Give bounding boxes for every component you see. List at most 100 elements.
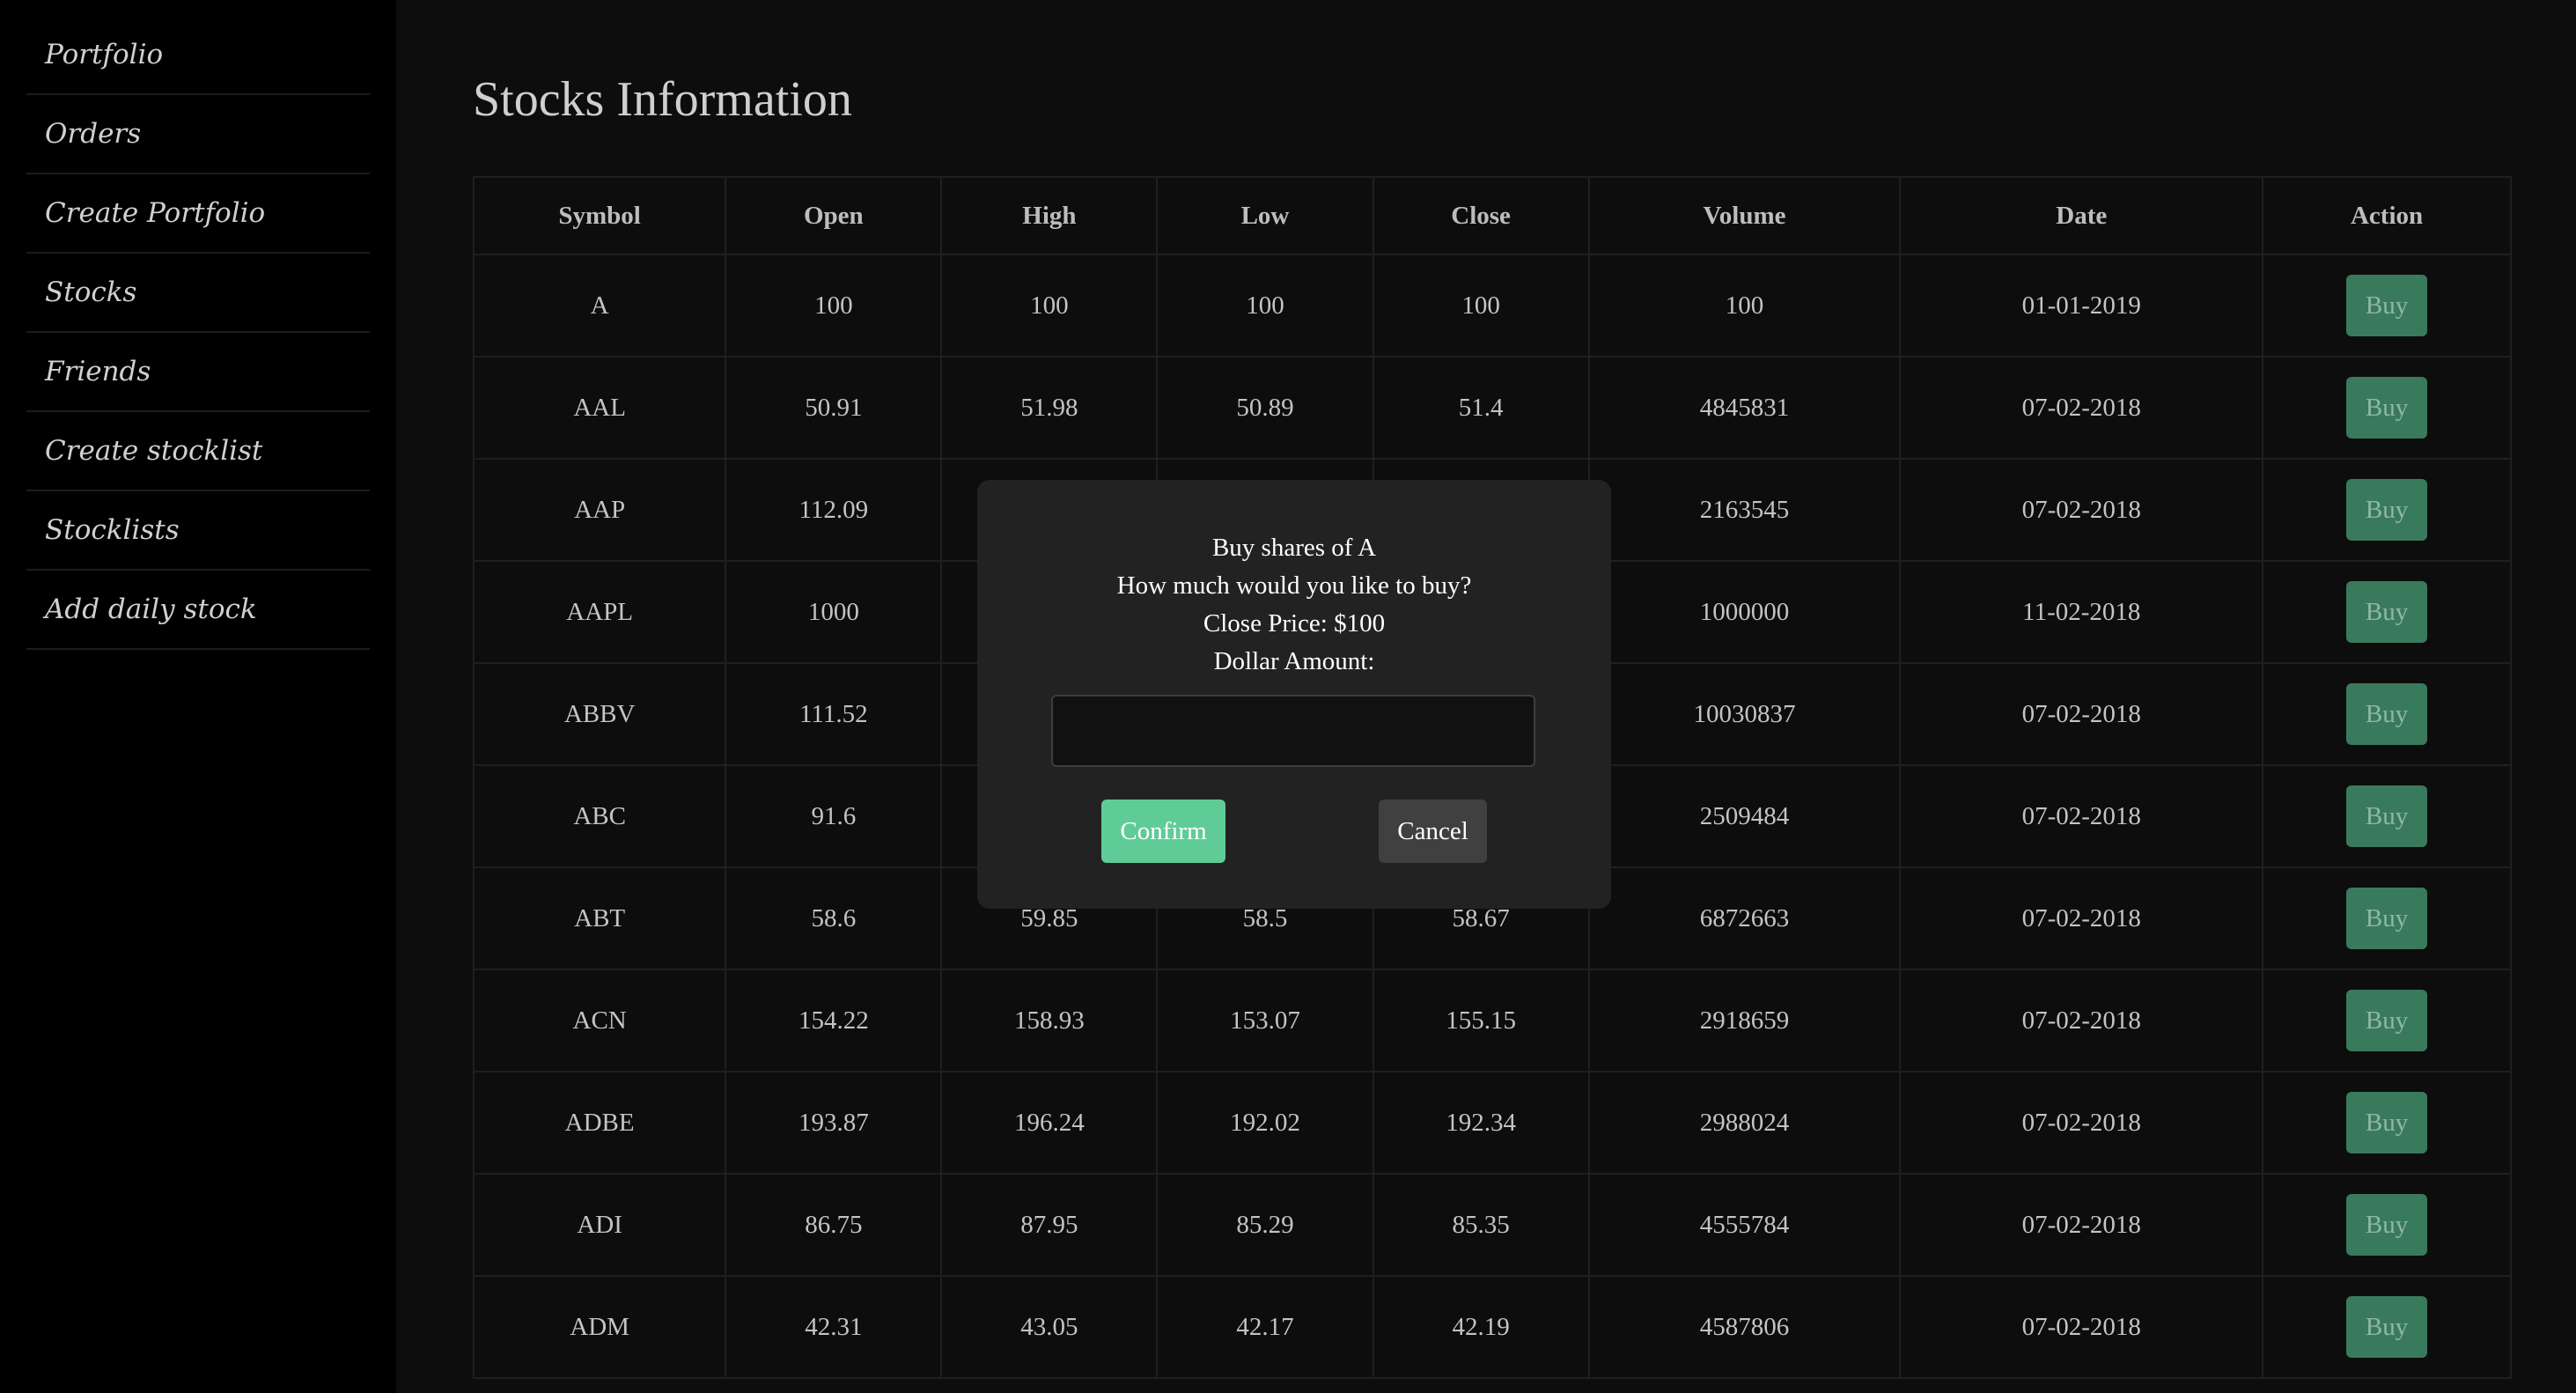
table-cell-symbol: ABBV bbox=[472, 662, 727, 766]
table-cell-date: 07-02-2018 bbox=[1899, 458, 2264, 562]
table-cell-open: 50.91 bbox=[725, 356, 943, 460]
table-cell-low: 42.17 bbox=[1156, 1275, 1374, 1379]
table-cell-action: Buy bbox=[2262, 1071, 2512, 1175]
table-row: A 100 100 100 100 100 01-01-2019 Buy bbox=[472, 254, 2512, 357]
table-cell-date: 11-02-2018 bbox=[1899, 560, 2264, 664]
table-cell-open: 91.6 bbox=[725, 764, 943, 868]
dialog-amount-label: Dollar Amount: bbox=[1213, 647, 1375, 675]
table-cell-low: 50.89 bbox=[1156, 356, 1374, 460]
table-cell-symbol: ACN bbox=[472, 969, 727, 1072]
table-cell-date: 07-02-2018 bbox=[1899, 866, 2264, 970]
table-cell-action: Buy bbox=[2262, 1173, 2512, 1277]
sidebar-item-add-daily-stock[interactable]: Add daily stock bbox=[26, 571, 370, 650]
table-cell-low: 85.29 bbox=[1156, 1173, 1374, 1277]
table-cell-action: Buy bbox=[2262, 969, 2512, 1072]
table-cell-date: 07-02-2018 bbox=[1899, 662, 2264, 766]
table-cell-date: 07-02-2018 bbox=[1899, 1071, 2264, 1175]
table-cell-action: Buy bbox=[2262, 356, 2512, 460]
column-header-volume: Volume bbox=[1587, 176, 1902, 255]
sidebar-menu: Portfolio Orders Create Portfolio Stocks… bbox=[0, 0, 396, 650]
table-cell-high: 196.24 bbox=[940, 1071, 1159, 1175]
column-header-close: Close bbox=[1372, 176, 1590, 255]
column-header-symbol: Symbol bbox=[472, 176, 727, 255]
table-cell-date: 01-01-2019 bbox=[1899, 254, 2264, 357]
table-header-row: Symbol Open High Low Close Volume Date Action bbox=[472, 176, 2512, 255]
table-cell-action: Buy bbox=[2262, 254, 2512, 357]
column-header-action: Action bbox=[2262, 176, 2512, 255]
table-cell-action: Buy bbox=[2262, 458, 2512, 562]
table-cell-date: 07-02-2018 bbox=[1899, 356, 2264, 460]
buy-button[interactable]: Buy bbox=[2346, 683, 2428, 745]
table-cell-action: Buy bbox=[2262, 662, 2512, 766]
table-cell-close: 192.34 bbox=[1372, 1071, 1590, 1175]
table-cell-high: 43.05 bbox=[940, 1275, 1159, 1379]
table-cell-symbol: A bbox=[472, 254, 727, 357]
sidebar-nav: Portfolio Orders Create Portfolio Stocks… bbox=[0, 0, 396, 1393]
sidebar-item-orders[interactable]: Orders bbox=[26, 95, 370, 174]
table-cell-symbol: ADI bbox=[472, 1173, 727, 1277]
dialog-text: Buy shares of A How much would you like … bbox=[977, 529, 1611, 681]
table-cell-symbol: ABC bbox=[472, 764, 727, 868]
table-cell-high: 51.98 bbox=[940, 356, 1159, 460]
sidebar-item-create-stocklist[interactable]: Create stocklist bbox=[26, 412, 370, 491]
column-header-high: High bbox=[940, 176, 1159, 255]
table-cell-volume: 6872663 bbox=[1587, 866, 1902, 970]
table-cell-volume: 2988024 bbox=[1587, 1071, 1902, 1175]
table-cell-volume: 4587806 bbox=[1587, 1275, 1902, 1379]
table-cell-close: 42.19 bbox=[1372, 1275, 1590, 1379]
sidebar-item-stocklists[interactable]: Stocklists bbox=[26, 491, 370, 571]
column-header-date: Date bbox=[1899, 176, 2264, 255]
table-cell-high: 100 bbox=[940, 254, 1159, 357]
buy-button[interactable]: Buy bbox=[2346, 1296, 2428, 1358]
table-cell-volume: 100 bbox=[1587, 254, 1902, 357]
sidebar-item-friends[interactable]: Friends bbox=[26, 333, 370, 412]
table-cell-close: 51.4 bbox=[1372, 356, 1590, 460]
table-cell-action: Buy bbox=[2262, 764, 2512, 868]
dollar-amount-input[interactable] bbox=[1051, 695, 1535, 767]
confirm-button[interactable]: Confirm bbox=[1101, 800, 1225, 863]
dialog-title: Buy shares of A bbox=[1211, 534, 1377, 562]
buy-button[interactable]: Buy bbox=[2346, 479, 2428, 541]
dialog-close-price: Close Price: $100 bbox=[1203, 609, 1386, 638]
table-cell-high: 87.95 bbox=[940, 1173, 1159, 1277]
table-cell-open: 42.31 bbox=[725, 1275, 943, 1379]
column-header-low: Low bbox=[1156, 176, 1374, 255]
table-cell-close: 85.35 bbox=[1372, 1173, 1590, 1277]
table-cell-date: 07-02-2018 bbox=[1899, 1173, 2264, 1277]
table-row: ADM 42.31 43.05 42.17 42.19 4587806 07-02-2018… bbox=[472, 1275, 2512, 1379]
table-cell-close: 100 bbox=[1372, 254, 1590, 357]
page-title: Stocks Information bbox=[473, 72, 852, 127]
table-cell-open: 111.52 bbox=[725, 662, 943, 766]
table-cell-symbol: ADM bbox=[472, 1275, 727, 1379]
buy-button[interactable]: Buy bbox=[2346, 888, 2428, 949]
table-cell-symbol: ADBE bbox=[472, 1071, 727, 1175]
table-cell-symbol: AAL bbox=[472, 356, 727, 460]
table-cell-open: 1000 bbox=[725, 560, 943, 664]
table-cell-high: 158.93 bbox=[940, 969, 1159, 1072]
table-cell-volume: 4555784 bbox=[1587, 1173, 1902, 1277]
buy-button[interactable]: Buy bbox=[2346, 581, 2428, 643]
table-cell-volume: 10030837 bbox=[1587, 662, 1902, 766]
table-cell-low: 153.07 bbox=[1156, 969, 1374, 1072]
sidebar-item-portfolio[interactable]: Portfolio bbox=[26, 16, 370, 95]
buy-shares-dialog: Buy shares of A How much would you like … bbox=[977, 480, 1611, 909]
buy-button[interactable]: Buy bbox=[2346, 275, 2428, 336]
sidebar-item-stocks[interactable]: Stocks bbox=[26, 254, 370, 333]
cancel-button[interactable]: Cancel bbox=[1379, 800, 1487, 863]
table-cell-volume: 2918659 bbox=[1587, 969, 1902, 1072]
table-cell-open: 100 bbox=[725, 254, 943, 357]
table-cell-action: Buy bbox=[2262, 560, 2512, 664]
sidebar-item-create-portfolio[interactable]: Create Portfolio bbox=[26, 174, 370, 254]
table-cell-low: 100 bbox=[1156, 254, 1374, 357]
buy-button[interactable]: Buy bbox=[2346, 785, 2428, 847]
table-cell-open: 193.87 bbox=[725, 1071, 943, 1175]
table-cell-action: Buy bbox=[2262, 866, 2512, 970]
buy-button[interactable]: Buy bbox=[2346, 990, 2428, 1051]
buy-button[interactable]: Buy bbox=[2346, 1194, 2428, 1256]
table-cell-date: 07-02-2018 bbox=[1899, 969, 2264, 1072]
table-cell-low: 192.02 bbox=[1156, 1071, 1374, 1175]
table-cell-open: 112.09 bbox=[725, 458, 943, 562]
buy-button[interactable]: Buy bbox=[2346, 377, 2428, 439]
buy-button[interactable]: Buy bbox=[2346, 1092, 2428, 1153]
table-cell-volume: 2163545 bbox=[1587, 458, 1902, 562]
